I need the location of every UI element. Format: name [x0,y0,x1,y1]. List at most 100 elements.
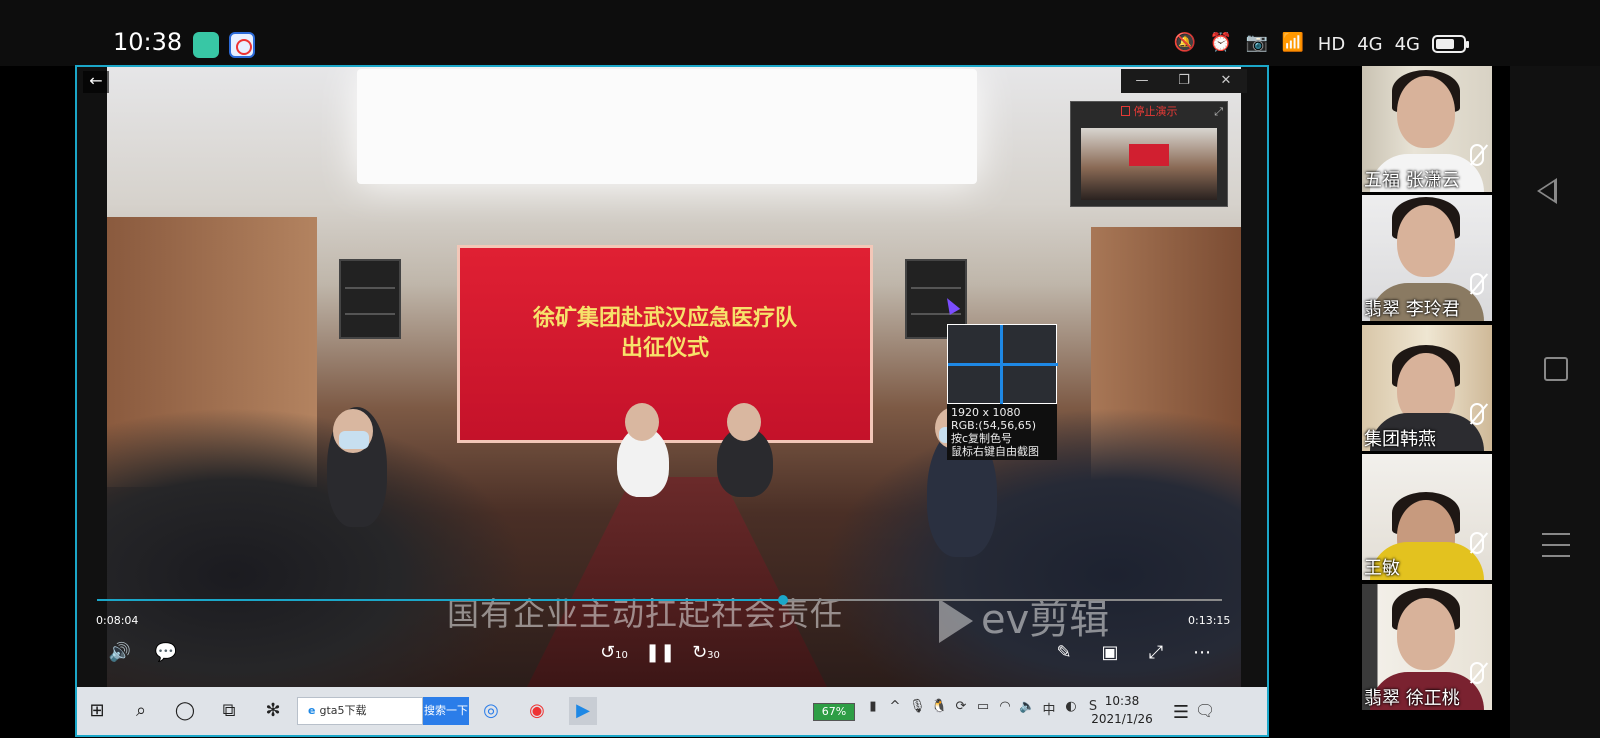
exit-icon [1120,106,1130,116]
magnifier-hint: 鼠标右键自由截图 [951,445,1039,458]
search-button[interactable]: 搜索一下 [423,697,469,725]
task-view-icon[interactable]: ⧉ [215,697,243,725]
banner-subtitle: 出征仪式 [620,335,709,361]
rewind-10-icon[interactable]: ↺10 [599,640,629,666]
expand-icon[interactable]: ⤢ [1214,105,1223,119]
participant-tile[interactable]: 王敏 [1362,454,1492,580]
clock-date: 2021/1/26 [1091,712,1153,726]
back-icon[interactable] [1537,178,1557,204]
browser-search-input[interactable]: e gta5下载 [297,697,423,725]
minimize-icon[interactable]: — [1121,69,1163,93]
battery-icon[interactable]: ▮ [865,699,881,718]
status-time: 10:38 [113,28,183,56]
participant-tile[interactable]: 翡翠 徐正桃 [1362,584,1492,710]
qq-browser-icon[interactable]: ◎ [477,697,505,725]
cortana-icon[interactable]: ◯ [171,697,199,725]
home-icon[interactable] [1544,357,1568,381]
status-icons: 🔕 ⏰ 📷 📶 HD 4G 4G [1173,32,1469,56]
mic-muted-icon [1470,532,1484,554]
status-bar: 10:38 🔕 ⏰ 📷 📶 HD 4G 4G [0,0,1600,66]
total-time: 0:13:15 [1188,614,1231,627]
fullscreen-icon[interactable]: ⤢ [1141,640,1171,666]
person-face [625,403,659,441]
speaker-icon[interactable]: 🔈 [1019,699,1035,718]
wifi-icon: 📶 [1281,32,1305,53]
search-icon[interactable]: ⌕ [127,697,155,725]
pip-icon[interactable]: ▣ [1095,640,1125,666]
system-tray: ▮ ^ 🎙 🐧 ⟳ ▭ ◠ 🔈 中 ◐ S [865,699,1101,718]
windows-taskbar: ⊞ ⌕ ◯ ⧉ ✻ e gta5下载 搜索一下 ◎ ◉ ▶ 67% ▮ ^ 🎙 🐧… [77,687,1267,735]
close-icon[interactable]: ✕ [1205,69,1247,93]
back-arrow-button[interactable]: ← [83,71,109,93]
mic-icon[interactable]: 🎙 [909,699,926,718]
sync-icon[interactable]: ⟳ [953,699,969,718]
chrome-icon[interactable]: ◉ [523,697,551,725]
participant-tile[interactable]: 集团韩燕 [1362,325,1492,451]
watermark: ev剪辑 [939,587,1109,645]
shared-screen-window: 徐矿集团赴武汉应急医疗队 出征仪式 ← — ❐ ✕ 停止演示 ⤢ 1920 x … [75,65,1269,737]
taskbar-clock[interactable]: 10:38 2021/1/26 [1082,692,1162,728]
media-player-icon[interactable]: ▶ [569,697,597,725]
restore-icon[interactable]: ❐ [1163,69,1205,93]
mic-muted-icon [1470,273,1484,295]
participant-name: 王敏 [1364,558,1400,579]
notification-icon[interactable]: 🗨 [1195,701,1215,720]
magnifier-hint: 按c复制色号 [951,432,1013,445]
ime-mode-icon[interactable]: ◐ [1063,699,1079,718]
avatar [1397,598,1455,670]
speaker-left [339,259,401,339]
chat-app-icon [193,32,219,58]
participant-tile[interactable]: 翡翠 李玲君 [1362,195,1492,321]
mic-muted-icon [1470,662,1484,684]
window-controls: — ❐ ✕ [1121,69,1247,93]
current-time: 0:08:04 [96,614,139,627]
qq-icon[interactable]: 🐧 [931,699,947,718]
power-icon[interactable]: ▭ [975,699,991,718]
banner-title: 徐矿集团赴武汉应急医疗队 [532,305,797,331]
windows-start-icon[interactable]: ⊞ [83,697,111,725]
mic-muted-icon [1470,144,1484,166]
pause-icon[interactable]: ❚❚ [645,640,675,666]
mic-muted-icon [1470,403,1484,425]
ime-icon[interactable]: 中 [1041,699,1057,718]
more-icon[interactable]: ⋯ [1187,640,1217,666]
participant-name: 翡翠 徐正桃 [1364,688,1460,709]
hd-icon: HD [1317,33,1346,55]
caption-icon[interactable]: 💬 [151,640,181,666]
signal-4g-icon: 4G [1357,33,1383,55]
menu-icon[interactable] [1542,533,1570,557]
avatar [1397,76,1455,148]
edit-icon[interactable]: ✎ [1049,640,1079,666]
participant-name: 翡翠 李玲君 [1364,299,1460,320]
participant-tile[interactable]: 五福 张潇云 [1362,66,1492,192]
chevron-up-icon[interactable]: ^ [887,699,903,718]
magnifier-resolution: 1920 x 1080 [951,406,1021,419]
ceiling-light [357,69,977,184]
play-logo-icon [939,599,973,643]
progress-fill [97,599,784,601]
volume-icon[interactable]: 🔊 [105,640,135,666]
clock-time: 10:38 [1104,694,1140,708]
conference-table [527,477,827,687]
preview-thumbnail [1081,128,1217,200]
progress-bar[interactable] [97,595,1222,605]
face-mask [339,431,369,449]
navigation-bar [1510,66,1600,738]
browser-app-icon [229,32,255,58]
color-picker-magnifier [947,324,1058,405]
wifi-icon[interactable]: ◠ [997,699,1013,718]
presentation-preview: 停止演示 ⤢ [1070,101,1228,207]
pinwheel-app-icon[interactable]: ✻ [259,697,287,725]
participant-name: 五福 张潇云 [1364,170,1460,191]
alarm-icon: ⏰ [1209,32,1233,53]
color-picker-info: 1920 x 1080 RGB:(54,56,65) 按c复制色号 鼠标右键自由… [947,404,1057,460]
mute-icon: 🔕 [1173,32,1197,53]
stop-presenting-button[interactable]: 停止演示 [1071,102,1227,122]
forward-30-icon[interactable]: ↻30 [691,640,721,666]
participant-list: 五福 张潇云 翡翠 李玲君 集团韩燕 王敏 翡翠 徐正桃 [1362,66,1492,738]
person-face [727,403,761,441]
battery-icon [1432,35,1469,53]
magnifier-rgb: RGB:(54,56,65) [951,419,1036,432]
participant-name: 集团韩燕 [1364,429,1436,450]
notes-icon[interactable]: ☰ [1167,699,1195,727]
